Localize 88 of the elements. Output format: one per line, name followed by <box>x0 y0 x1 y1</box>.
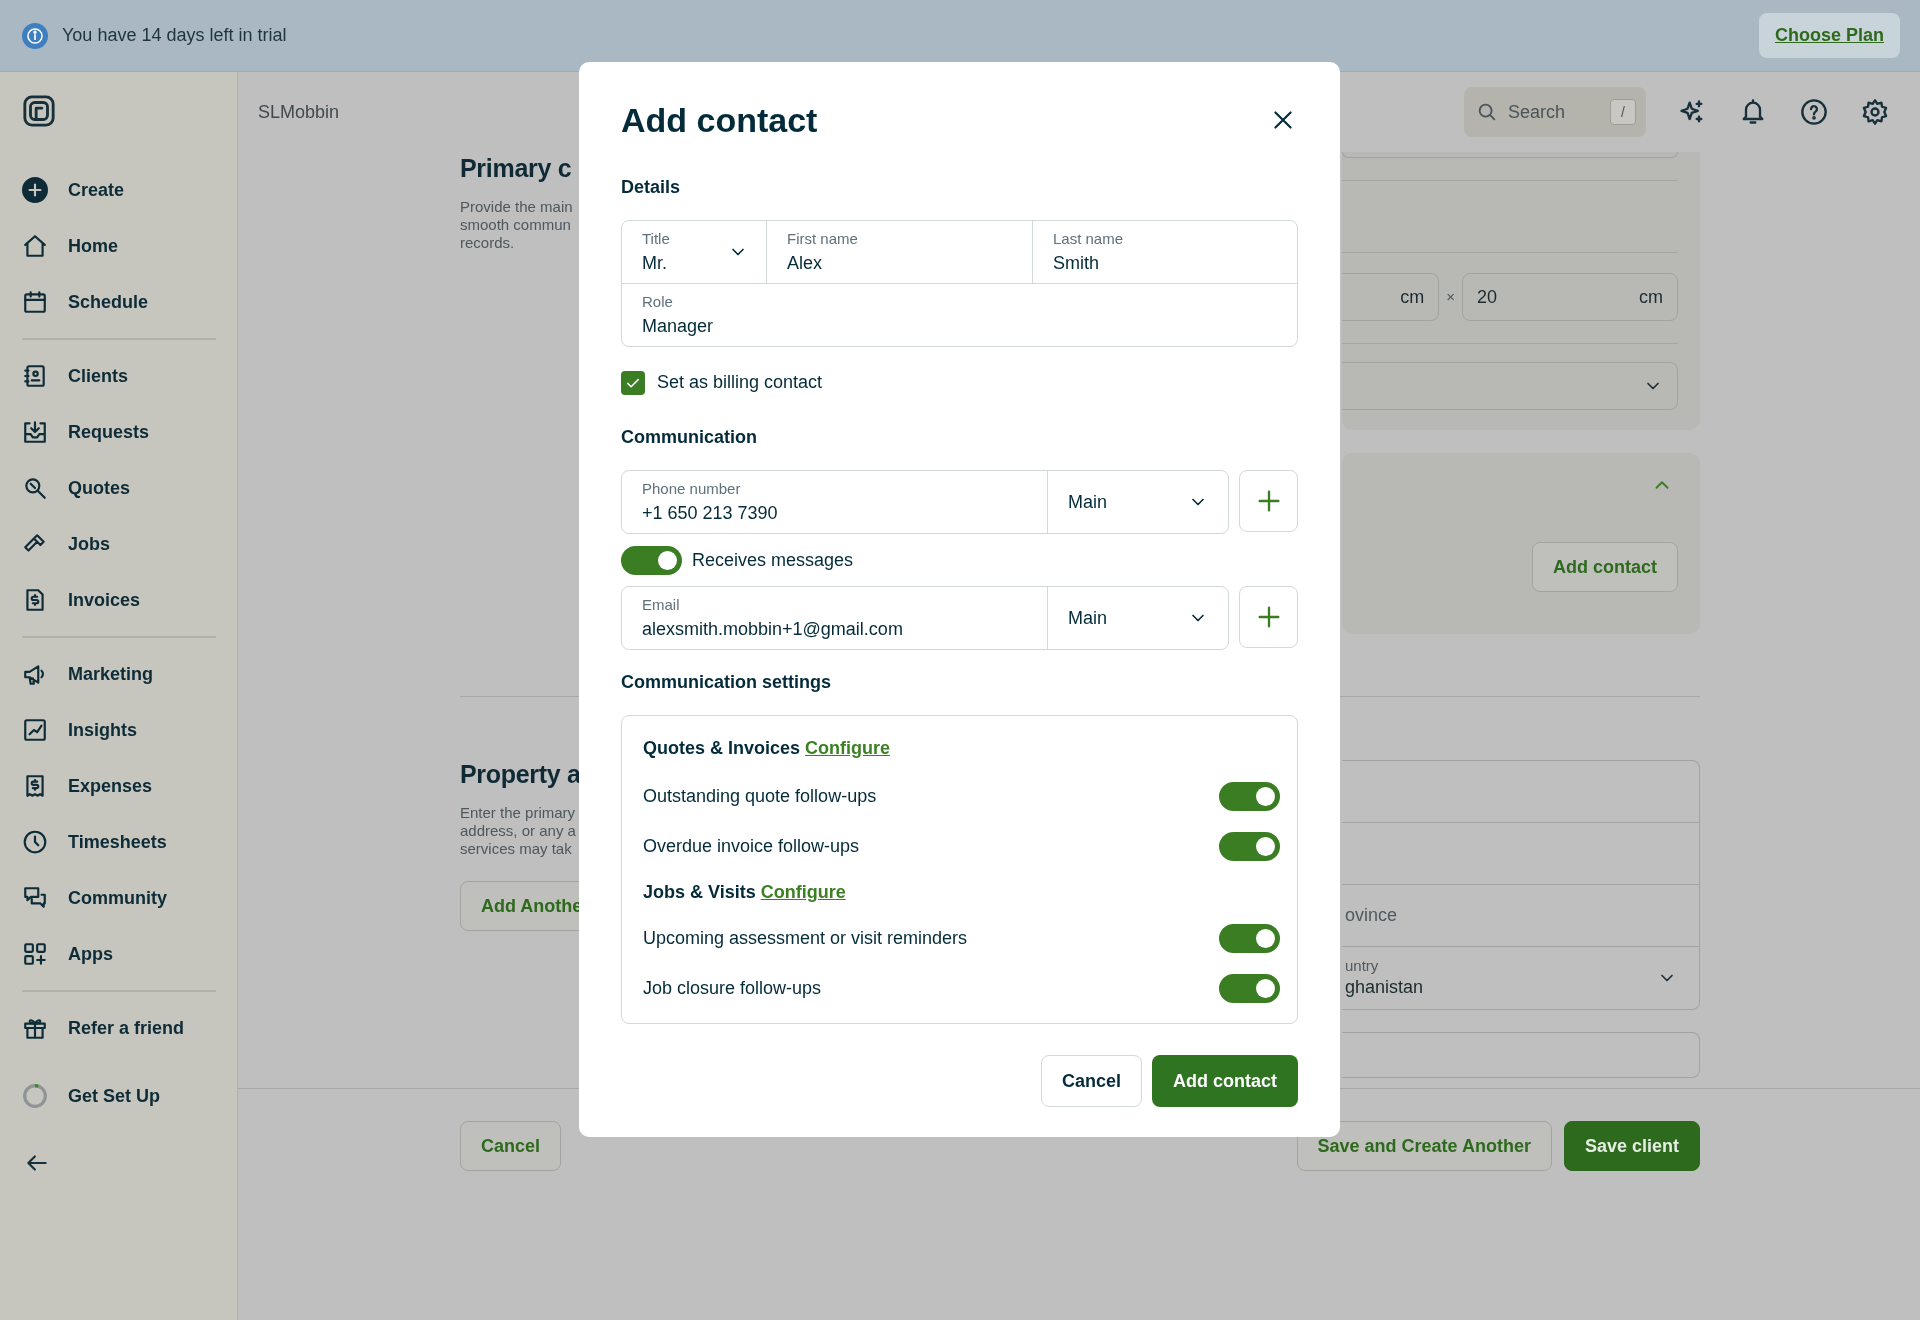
toggle-switch[interactable] <box>1219 831 1280 861</box>
speech-bubbles-icon <box>22 885 48 911</box>
province-field[interactable]: ovince <box>1342 885 1699 947</box>
apps-grid-icon <box>22 941 48 967</box>
field-label: Email <box>642 596 681 614</box>
save-and-create-another-button[interactable]: Save and Create Another <box>1296 1121 1552 1171</box>
times-sign: × <box>1446 286 1455 307</box>
section-title: Property a <box>460 759 582 790</box>
sidebar-item[interactable]: Quotes <box>22 460 216 516</box>
magnifier-icon <box>22 475 48 501</box>
title-select[interactable]: Mr. <box>642 251 712 275</box>
section-heading: Communication settings <box>621 671 832 694</box>
help-icon[interactable] <box>1800 98 1828 126</box>
inbox-icon <box>22 419 48 445</box>
toggle-switch[interactable] <box>1219 973 1280 1003</box>
choose-plan-button[interactable]: Choose Plan <box>1758 13 1900 58</box>
toggle-switch[interactable] <box>1219 923 1280 953</box>
field-label: Role <box>642 293 674 311</box>
add-contact-button[interactable]: Add contact <box>1532 542 1678 592</box>
setting-label: Upcoming assessment or visit reminders <box>643 926 968 950</box>
sidebar-item[interactable]: Apps <box>22 926 216 982</box>
search-icon <box>1476 101 1498 123</box>
sidebar-item[interactable]: Marketing <box>22 646 216 702</box>
type-select[interactable]: Main <box>1047 587 1228 649</box>
section-heading: Details <box>621 176 682 199</box>
sidebar-item[interactable]: Expenses <box>22 758 216 814</box>
sidebar-item[interactable]: Requests <box>22 404 216 460</box>
input-field[interactable]: Smith <box>1053 251 1277 275</box>
add-contact-button[interactable]: Add contact <box>1152 1055 1298 1107</box>
cancel-button[interactable]: Cancel <box>1040 1055 1142 1107</box>
logo-icon[interactable] <box>22 94 56 128</box>
contact-card-icon <box>22 363 48 389</box>
calendar-icon <box>22 289 48 315</box>
settings-icon[interactable] <box>1861 98 1889 126</box>
sidebar-item[interactable]: Timesheets <box>22 814 216 870</box>
section-description: Enter the primary address, or any a services may tak <box>460 804 577 858</box>
field-label: Phone number <box>642 480 742 498</box>
sidebar-item[interactable]: Invoices <box>22 572 216 628</box>
country-select[interactable]: untry ghanistan <box>1342 947 1699 1009</box>
checkbox-label: Set as billing contact <box>657 371 823 394</box>
sidebar-item[interactable]: Refer a friend <box>22 1000 216 1056</box>
sidebar-item[interactable]: Get Set Up <box>22 1068 216 1124</box>
setting-label: Overdue invoice follow-ups <box>643 834 860 858</box>
dropdown-field[interactable] <box>1342 362 1678 410</box>
phone-field[interactable]: +1 650 213 7390 <box>642 501 1027 525</box>
plus-circle-icon <box>22 177 48 203</box>
add-button[interactable] <box>1239 470 1298 532</box>
section-heading: Communication <box>621 426 758 449</box>
width-field[interactable]: 20 cm <box>1462 273 1678 321</box>
sidebar-item[interactable]: Create <box>22 162 216 218</box>
input-field[interactable]: Manager <box>642 314 1277 338</box>
cancel-button[interactable]: Cancel <box>460 1121 562 1171</box>
search-field[interactable]: Search / <box>1464 87 1646 137</box>
sidebar-item[interactable]: Clients <box>22 348 216 404</box>
account-name: SLMobbin <box>258 100 340 124</box>
section-description: Provide the main smooth commun records. <box>460 198 574 252</box>
toggle-label: Receives messages <box>692 549 854 572</box>
group-title: Jobs & Visits <box>643 881 756 904</box>
save-client-button[interactable]: Save client <box>1563 1121 1700 1171</box>
field-label: Last name <box>1053 230 1125 248</box>
toggle-switch[interactable] <box>621 546 682 575</box>
email-field[interactable]: alexsmith.mobbin+1@gmail.com <box>642 617 1027 641</box>
input-field[interactable]: Alex <box>787 251 1012 275</box>
type-select[interactable]: Main <box>1047 471 1228 533</box>
clock-icon <box>22 829 48 855</box>
field-label: Title <box>642 230 671 248</box>
checkbox[interactable] <box>621 370 645 395</box>
shortcut-key: / <box>1610 99 1636 125</box>
info-icon <box>22 22 48 49</box>
sidebar-item[interactable]: Home <box>22 218 216 274</box>
setting-label: Job closure follow-ups <box>643 976 822 1000</box>
configure-link[interactable]: Configure <box>760 879 846 906</box>
add-button[interactable] <box>1239 586 1298 648</box>
group-title: Quotes & Invoices <box>643 737 801 760</box>
chart-icon <box>22 717 48 743</box>
toggle-switch[interactable] <box>1219 781 1280 811</box>
setting-label: Outstanding quote follow-ups <box>643 784 877 808</box>
sidebar-item[interactable]: Community <box>22 870 216 926</box>
section-title: Primary c <box>460 153 573 184</box>
length-field[interactable]: cm <box>1342 273 1440 321</box>
sidebar-item[interactable]: Schedule <box>22 274 216 330</box>
house-icon <box>22 233 48 259</box>
field-label: First name <box>787 230 859 248</box>
modal-title: Add contact <box>621 100 818 140</box>
configure-link[interactable]: Configure <box>805 735 891 762</box>
sidebar-item[interactable]: Insights <box>22 702 216 758</box>
sidebar-item[interactable]: Jobs <box>22 516 216 572</box>
trial-message: You have 14 days left in trial <box>62 24 287 47</box>
